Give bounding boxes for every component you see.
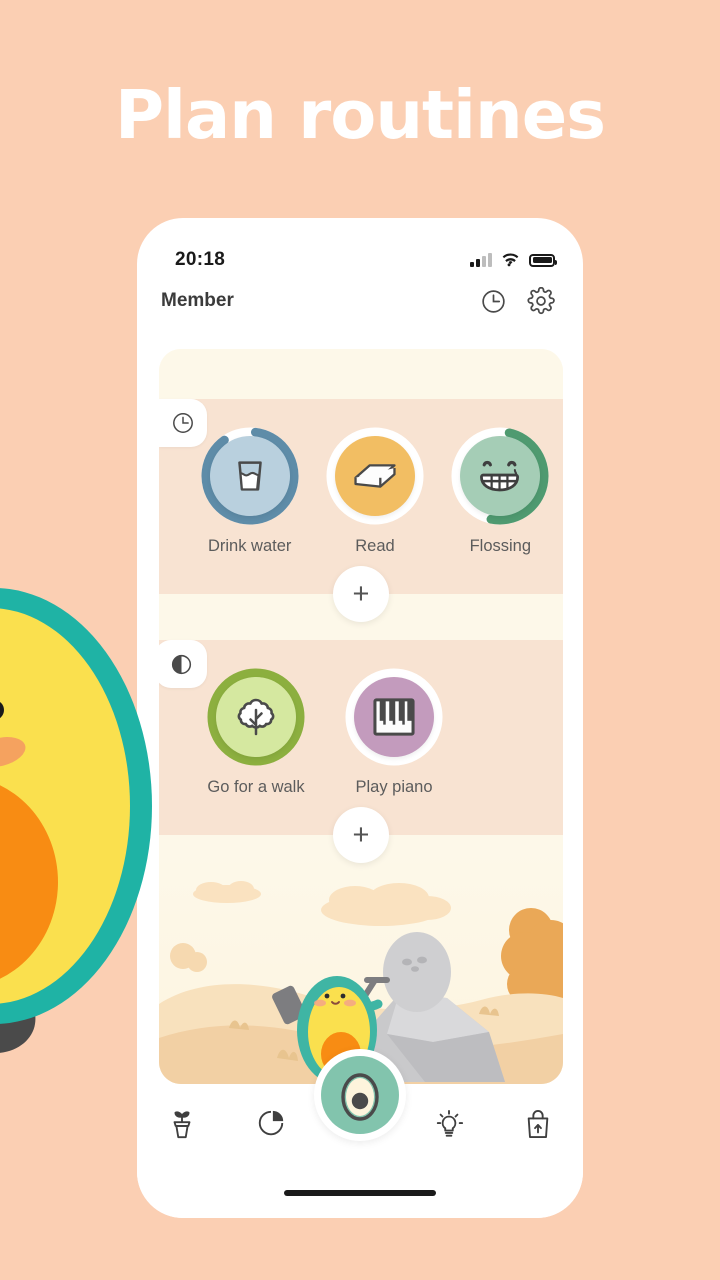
habit-item[interactable]: Flossing <box>438 427 563 556</box>
header-actions <box>480 287 555 315</box>
avocado-icon <box>341 1073 379 1121</box>
plant-pot-icon <box>173 1111 191 1139</box>
habit-grid: Drink water Read Flossing + <box>159 399 563 622</box>
book-icon <box>354 464 396 488</box>
add-habit-row: + <box>159 807 563 863</box>
habit-label: Drink water <box>207 537 292 555</box>
contrast-half-moon-icon <box>171 654 191 674</box>
habit-item[interactable]: Read <box>312 427 437 556</box>
tree-icon <box>237 698 275 736</box>
habit-row: Drink water Read Flossing <box>159 427 563 556</box>
app-title: Member <box>161 290 234 311</box>
status-icons <box>470 253 557 267</box>
habit-item[interactable]: Play piano <box>325 668 463 797</box>
clock-icon[interactable] <box>480 288 507 315</box>
nav-home[interactable] <box>314 1049 406 1141</box>
status-bar: 20:18 <box>137 218 583 280</box>
teeth-smile-icon <box>480 460 520 492</box>
battery-full-icon <box>529 253 557 267</box>
home-indicator <box>284 1190 436 1196</box>
app-header: Member <box>137 276 583 326</box>
habit-grid: Go for a walk Play piano + <box>159 640 563 863</box>
add-habit-row: + <box>159 566 563 622</box>
habit-label: Read <box>355 537 395 555</box>
nav-garden[interactable] <box>151 1108 213 1140</box>
pie-chart-icon <box>258 1110 283 1136</box>
cloud-shapes <box>193 881 451 926</box>
add-habit-button[interactable]: + <box>333 807 389 863</box>
shopping-bag-icon <box>528 1110 549 1139</box>
phone-mockup: 20:18 Member Drink water Read Flossing +… <box>137 218 583 1218</box>
evening-routine-badge[interactable] <box>159 640 207 688</box>
clock-icon <box>173 413 193 433</box>
bottom-navigation <box>137 1049 583 1218</box>
nav-tips[interactable] <box>418 1108 480 1140</box>
habit-label: Play piano <box>355 778 433 796</box>
status-time: 20:18 <box>175 249 226 270</box>
habit-label: Flossing <box>469 537 532 555</box>
page-title: Plan routines <box>114 76 606 154</box>
habit-item[interactable]: Drink water <box>187 427 312 556</box>
habit-label: Go for a walk <box>207 778 305 796</box>
habit-item[interactable]: Go for a walk <box>187 668 325 797</box>
signal-bars-icon <box>470 253 492 267</box>
lightbulb-icon <box>436 1109 464 1137</box>
piano-keys-icon <box>373 698 415 736</box>
nav-stats[interactable] <box>240 1108 302 1138</box>
habit-row: Go for a walk Play piano <box>159 668 563 797</box>
morning-routine-badge[interactable] <box>159 399 207 447</box>
nav-shop[interactable] <box>507 1108 569 1140</box>
water-glass-icon <box>237 461 262 491</box>
add-habit-button[interactable]: + <box>333 566 389 622</box>
routine-card: Drink water Read Flossing + Go for a wal… <box>159 349 563 1084</box>
routine-group-morning: Drink water Read Flossing + <box>159 399 563 640</box>
routine-group-evening: Go for a walk Play piano + <box>159 640 563 881</box>
wifi-icon <box>502 253 519 267</box>
gear-icon[interactable] <box>527 287 555 315</box>
